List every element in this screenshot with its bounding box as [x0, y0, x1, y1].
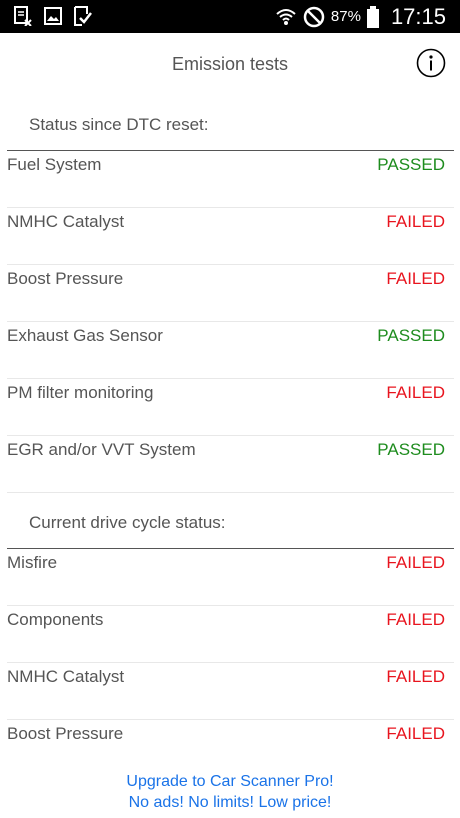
status-badge: PASSED [377, 440, 445, 459]
promo-line-1[interactable]: Upgrade to Car Scanner Pro! [0, 771, 460, 792]
page-title: Emission tests [171, 54, 289, 74]
status-badge: FAILED [386, 610, 445, 629]
test-name: Fuel System [7, 155, 102, 174]
status-badge: FAILED [386, 724, 445, 743]
test-name: Components [7, 610, 104, 629]
list-item: Components FAILED [0, 606, 460, 663]
status-badge: FAILED [386, 212, 445, 231]
clock: 17:15 [390, 3, 446, 29]
list-item: NMHC Catalyst FAILED [0, 208, 460, 265]
list-item: Exhaust Gas Sensor PASSED [0, 322, 460, 379]
list-item: Boost Pressure FAILED [0, 720, 460, 777]
promo-line-2[interactable]: No ads! No limits! Low price! [0, 792, 460, 813]
status-badge: PASSED [377, 326, 445, 345]
test-name: NMHC Catalyst [7, 667, 125, 686]
status-badge: FAILED [386, 553, 445, 572]
test-name: Misfire [7, 553, 58, 572]
section-header-dtc-reset: Status since DTC reset: [29, 115, 209, 134]
check-doc-icon [74, 6, 92, 26]
status-badge: FAILED [386, 383, 445, 402]
status-badge: FAILED [386, 269, 445, 288]
status-badge: PASSED [377, 155, 445, 174]
edit-doc-icon [14, 6, 32, 26]
status-bar: 87% 17:15 [0, 0, 460, 33]
status-badge: FAILED [386, 667, 445, 686]
test-name: Boost Pressure [7, 724, 124, 743]
upgrade-promo-link[interactable]: Upgrade to Car Scanner Pro! No ads! No l… [0, 771, 460, 813]
notification-icons [14, 6, 92, 26]
list-item: EGR and/or VVT System PASSED [0, 436, 460, 493]
system-status: 87% 17:15 [275, 3, 446, 30]
battery-icon [366, 5, 379, 28]
app-bar: Emission tests [0, 33, 460, 95]
list-item: Fuel System PASSED [0, 151, 460, 208]
row-divider [7, 492, 454, 493]
section-header-drive-cycle: Current drive cycle status: [29, 513, 226, 532]
image-icon [44, 7, 62, 25]
list-item: PM filter monitoring FAILED [0, 379, 460, 436]
wifi-icon [276, 8, 296, 25]
list-item: Boost Pressure FAILED [0, 265, 460, 322]
test-name: Boost Pressure [7, 269, 124, 288]
list-item: NMHC Catalyst FAILED [0, 663, 460, 720]
test-name: NMHC Catalyst [7, 212, 125, 231]
info-icon[interactable] [416, 48, 446, 78]
test-name: PM filter monitoring [7, 383, 154, 402]
test-name: Exhaust Gas Sensor [7, 326, 163, 345]
battery-percent: 87% [330, 8, 361, 25]
test-name: EGR and/or VVT System [7, 440, 196, 459]
do-not-disturb-icon [303, 6, 325, 27]
list-item: Misfire FAILED [0, 549, 460, 606]
